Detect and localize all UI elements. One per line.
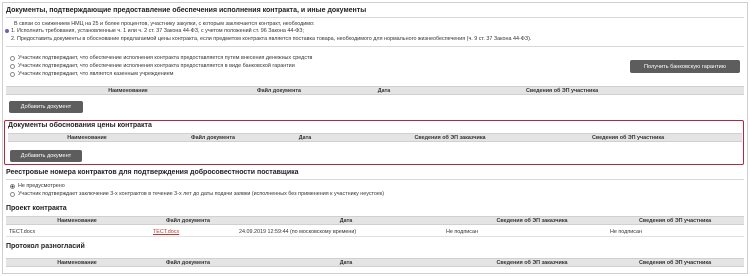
- radio-option-cash[interactable]: Участник подтверждает, что обеспечение и…: [10, 55, 312, 61]
- section-title-security-docs: Документы, подтверждающие предоставление…: [6, 7, 367, 14]
- table-header-disagreement-protocol: Наименование Файл документа Дата Сведени…: [6, 258, 744, 267]
- note-item-2: 2. Предоставить документы в обоснование …: [11, 36, 532, 42]
- radio-icon[interactable]: [10, 191, 15, 197]
- radio-icon[interactable]: [10, 55, 15, 61]
- divider: [6, 179, 744, 180]
- radio-icon[interactable]: [10, 71, 15, 77]
- radio-icon[interactable]: [10, 63, 15, 69]
- get-bank-guarantee-button[interactable]: Получить банковскую гарантию: [630, 60, 740, 73]
- table-header-security-docs: Наименование Файл документа Дата Сведени…: [6, 86, 744, 95]
- section-title-disagreement-protocol: Протокол разногласий: [6, 243, 85, 250]
- add-document-button[interactable]: Добавить документ: [10, 150, 82, 162]
- radio-option-bank-guarantee[interactable]: Участник подтверждает, что обеспечение и…: [10, 63, 295, 69]
- radio-selected-icon[interactable]: [10, 183, 15, 189]
- table-header-draft-contract: Наименование Файл документа Дата Сведени…: [6, 216, 744, 225]
- divider: [6, 46, 744, 47]
- radio-option-three-contracts[interactable]: Участник подтверждает заключение 3-х кон…: [10, 191, 384, 197]
- note-item-1: 1. Исполнить требования, установленные ч…: [11, 28, 304, 34]
- note-intro: В связи со снижением НМЦ на 25 и более п…: [14, 21, 315, 27]
- add-document-button[interactable]: Добавить документ: [9, 101, 83, 113]
- section-title-price-justification: Документы обоснования цены контракта: [8, 122, 152, 129]
- divider: [6, 17, 744, 18]
- section-title-registry-numbers: Реестровые номера контрактов для подтвер…: [6, 169, 299, 176]
- info-bullet-icon: [5, 29, 9, 33]
- radio-option-state-institution[interactable]: Участник подтверждает, что является казе…: [10, 71, 173, 77]
- table-row: ТЕСТ.docx ТЕСТ.docx 24.09.2019 12:59:44 …: [6, 228, 744, 237]
- file-link[interactable]: ТЕСТ.docx: [153, 229, 179, 235]
- radio-option-not-required[interactable]: Не предусмотрено: [10, 183, 65, 189]
- table-header-price-justification: Наименование Файл документа Дата Сведени…: [8, 133, 742, 142]
- section-title-draft-contract: Проект контракта: [6, 205, 67, 212]
